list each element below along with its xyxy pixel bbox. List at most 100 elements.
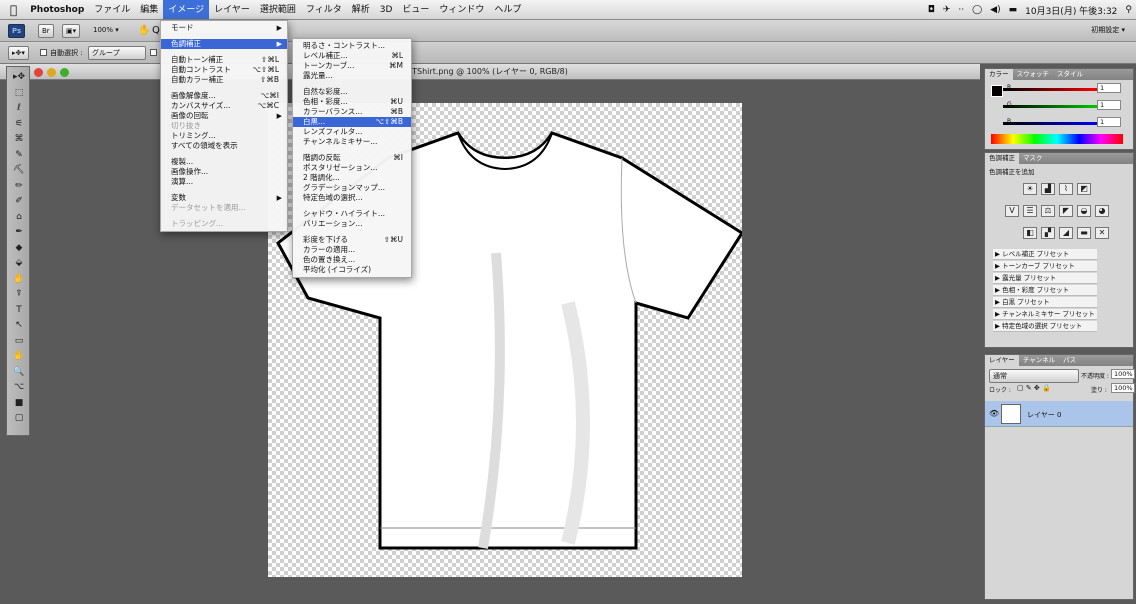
tab-adjustments[interactable]: 色調補正 [985, 153, 1019, 164]
tab-paths[interactable]: パス [1059, 355, 1080, 366]
adjustments-menu-item[interactable]: 彩度を下げる ⇧⌘U [293, 235, 411, 245]
adjustments-menu-item[interactable]: 特定色域の選択... [293, 193, 411, 203]
preset-item[interactable]: ▶ トーンカーブ プリセット [993, 261, 1097, 272]
bridge-button[interactable]: Br [38, 24, 54, 38]
menu-window[interactable]: ウィンドウ [434, 0, 489, 19]
adjustments-menu-item[interactable]: カラーの適用... [293, 245, 411, 255]
menu-analysis[interactable]: 解析 [347, 0, 375, 19]
b-slider[interactable] [1003, 122, 1099, 125]
adjustments-menu-item[interactable]: 白黒... ⌥⇧⌘B [293, 117, 411, 127]
adjustments-menu-item[interactable]: レンズフィルタ... [293, 127, 411, 137]
tool-icon[interactable]: ⌥ [11, 381, 27, 393]
tool-icon[interactable]: ⛏ [11, 164, 27, 176]
channel-mixer-icon[interactable]: ◕ [1095, 205, 1109, 217]
posterize-icon[interactable]: ▞ [1041, 227, 1055, 239]
tab-channels[interactable]: チャンネル [1019, 355, 1059, 366]
color-balance-icon[interactable]: ⚖ [1041, 205, 1055, 217]
menu-3d[interactable]: 3D [375, 0, 398, 19]
hand-icon[interactable]: ✋ [138, 25, 150, 36]
adjustments-menu-item[interactable]: チャンネルミキサー... [293, 137, 411, 147]
tool-icon[interactable]: ⌂ [11, 211, 27, 223]
dropbox-icon[interactable]: ◘ [928, 5, 935, 15]
color-ramp[interactable] [991, 134, 1123, 144]
adjustments-menu-item[interactable]: 露光量... [293, 71, 411, 81]
tool-icon[interactable]: ▢ [11, 412, 27, 424]
tool-icon[interactable]: ▭ [11, 335, 27, 347]
tool-icon[interactable]: ■ [11, 397, 27, 409]
tool-icon[interactable]: ◆ [11, 242, 27, 254]
apple-menu-icon[interactable]:  [0, 0, 25, 19]
tab-layers[interactable]: レイヤー [985, 355, 1019, 366]
opacity-value[interactable]: 100% [1111, 369, 1135, 379]
battery-icon[interactable]: ▬ [1009, 5, 1018, 15]
g-value[interactable]: 1 [1097, 100, 1121, 110]
adjustments-menu-item[interactable]: 色の置き換え... [293, 255, 411, 265]
wifi-icon[interactable]: ◯ [972, 5, 982, 15]
tool-icon[interactable]: ⍒ [11, 288, 27, 300]
spotlight-icon[interactable]: ⚲ [1125, 5, 1132, 15]
adjustments-menu-item[interactable]: 明るさ・コントラスト... [293, 41, 411, 51]
autoselect-checkbox[interactable] [40, 49, 47, 56]
threshold-icon[interactable]: ◢ [1059, 227, 1073, 239]
foreground-color-swatch[interactable] [991, 85, 1003, 97]
status-app-icon[interactable]: ✈ [943, 5, 951, 15]
tool-icon[interactable]: ✒ [11, 226, 27, 238]
image-menu-item[interactable]: 画像解像度... ⌥⌘I [161, 91, 287, 101]
gradient-map-icon[interactable]: ▬ [1077, 227, 1091, 239]
tab-masks[interactable]: マスク [1019, 153, 1047, 164]
image-menu-item[interactable]: 画像の回転 ▶ [161, 111, 287, 121]
menu-view[interactable]: ビュー [397, 0, 434, 19]
volume-icon[interactable]: ◀) [990, 5, 1000, 15]
tab-swatches[interactable]: スウォッチ [1013, 69, 1054, 80]
view-extras-button[interactable]: ▣▾ [62, 24, 81, 38]
adjustments-menu-item[interactable]: グラデーションマップ... [293, 183, 411, 193]
hue-saturation-icon[interactable]: ☰ [1023, 205, 1037, 217]
adjustments-menu-item[interactable]: 自然な彩度... [293, 87, 411, 97]
adjustments-menu-item[interactable]: バリエーション... [293, 219, 411, 229]
zoom-level[interactable]: 100% ▾ [90, 24, 122, 38]
layer-row[interactable]: 👁 レイヤー 0 [985, 401, 1133, 427]
menu-layer[interactable]: レイヤー [209, 0, 255, 19]
tool-icon[interactable]: ✐ [11, 195, 27, 207]
r-value[interactable]: 1 [1097, 83, 1121, 93]
image-menu-item[interactable]: トリミング... [161, 131, 287, 141]
tool-preset-picker[interactable]: ▸✥▾ [8, 46, 29, 60]
image-menu-item[interactable]: 自動トーン補正 ⇧⌘L [161, 55, 287, 65]
menu-file[interactable]: ファイル [89, 0, 135, 19]
tool-icon[interactable]: ⚟ [11, 118, 27, 130]
image-menu-item[interactable]: 演算... [161, 177, 287, 187]
blend-mode-dropdown[interactable]: 通常 [989, 369, 1079, 383]
black-white-icon[interactable]: ◤ [1059, 205, 1073, 217]
brightness-icon[interactable]: ☀ [1023, 183, 1037, 195]
selective-color-icon[interactable]: ✕ [1095, 227, 1109, 239]
tool-icon[interactable]: ✏ [11, 180, 27, 192]
tool-icon[interactable]: ⬚ [11, 87, 27, 99]
preset-item[interactable]: ▶ 露光量 プリセット [993, 273, 1097, 284]
menu-help[interactable]: ヘルプ [489, 0, 526, 19]
adjustments-menu-item[interactable]: レベル補正... ⌘L [293, 51, 411, 61]
image-menu-item[interactable]: すべての領域を表示 [161, 141, 287, 151]
tool-icon[interactable]: ↖ [11, 319, 27, 331]
preset-item[interactable]: ▶ チャンネルミキサー プリセット [993, 309, 1097, 320]
image-menu-item[interactable]: 画像操作... [161, 167, 287, 177]
eye-icon[interactable]: 👁 [989, 409, 999, 418]
menu-edit[interactable]: 編集 [135, 0, 163, 19]
tab-color[interactable]: カラー [985, 69, 1013, 80]
zoom-icon[interactable]: Q [152, 25, 160, 36]
workspace-switcher[interactable]: 初期設定 ▾ [1088, 24, 1128, 38]
transform-checkbox[interactable] [150, 49, 157, 56]
autoselect-dropdown[interactable]: グループ [88, 46, 146, 60]
tool-icon[interactable]: ℓ [11, 102, 27, 114]
r-slider[interactable] [1003, 88, 1099, 91]
bluetooth-icon[interactable]: ·· [958, 5, 964, 15]
photo-filter-icon[interactable]: ◒ [1077, 205, 1091, 217]
image-menu-item[interactable]: 自動コントラスト ⌥⇧⌘L [161, 65, 287, 75]
adjustments-menu-item[interactable]: 平均化 (イコライズ) [293, 265, 411, 275]
menu-select[interactable]: 選択範囲 [255, 0, 301, 19]
b-value[interactable]: 1 [1097, 117, 1121, 127]
preset-item[interactable]: ▶ 白黒 プリセット [993, 297, 1097, 308]
tool-icon[interactable]: ✋ [11, 350, 27, 362]
tool-icon[interactable]: 🔍 [11, 366, 27, 378]
close-window-button[interactable] [34, 68, 43, 77]
g-slider[interactable] [1003, 105, 1099, 108]
